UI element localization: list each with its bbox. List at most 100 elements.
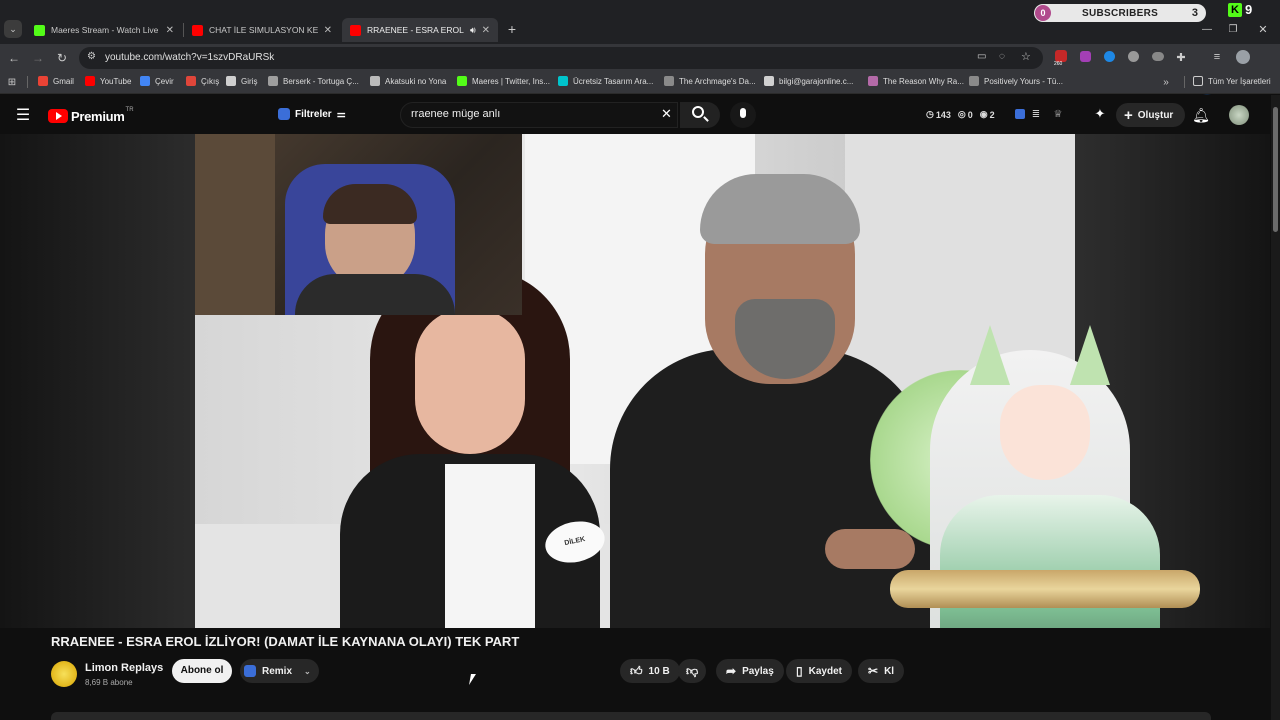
webcam-overlay: [195, 134, 522, 315]
url-text[interactable]: youtube.com/watch?v=1szvDRaURSk: [105, 52, 274, 63]
stat-eye: 2: [989, 109, 995, 120]
tab-search-button[interactable]: ⌄: [4, 20, 22, 38]
webcam-person-body: [295, 274, 455, 315]
bookmark-item[interactable]: Çevir: [140, 76, 174, 86]
scrollbar-thumb[interactable]: [1273, 107, 1278, 232]
window-minimize-icon[interactable]: —: [1200, 22, 1214, 36]
search-icon: [692, 106, 704, 118]
tab-title: Maeres Stream - Watch Live on: [51, 25, 160, 35]
voice-search-button[interactable]: [730, 102, 756, 128]
window-close-icon[interactable]: ✕: [1256, 22, 1270, 36]
bookmark-item[interactable]: Ücretsiz Tasarım Ara...: [558, 76, 653, 86]
tab-close-icon[interactable]: ✕: [166, 25, 174, 36]
youtube-logo[interactable]: Premium TR: [48, 107, 134, 124]
all-bookmarks-folder[interactable]: Tüm Yer İşaretleri: [1193, 76, 1271, 86]
window-restore-icon[interactable]: ❐: [1226, 22, 1240, 36]
like-count: 10 B: [648, 665, 670, 677]
tab-close-icon[interactable]: ✕: [324, 25, 332, 36]
subscriber-count: 8,69 B abone: [85, 678, 133, 687]
speaker-icon[interactable]: 🔊︎: [470, 25, 476, 36]
bookmark-item[interactable]: Gmail: [38, 76, 74, 86]
bookmark-star-icon[interactable]: ☆: [1021, 50, 1031, 63]
bookmark-item[interactable]: Berserk - Tortuga Ç...: [268, 76, 359, 86]
remix-button[interactable]: Remix ⌄: [240, 659, 319, 683]
bookmark-item[interactable]: The Archmage's Da...: [664, 76, 756, 86]
tab-maeres-stream[interactable]: Maeres Stream - Watch Live on ✕: [26, 18, 182, 42]
page-scrollbar[interactable]: [1271, 95, 1280, 720]
description-edge: [51, 712, 1211, 720]
list-extension-icon[interactable]: ≣: [1030, 107, 1042, 121]
tab-close-icon[interactable]: ✕: [482, 25, 490, 36]
bookmark-item[interactable]: The Reason Why Ra...: [868, 76, 964, 86]
notifications-bell-icon[interactable]: 🔔︎: [1192, 106, 1210, 124]
bookmark-label: Maeres | Twitter, Ins...: [472, 76, 550, 86]
profile-avatar[interactable]: [1236, 50, 1250, 64]
clip-label: Kl: [884, 665, 895, 677]
like-button[interactable]: 👍︎ 10 B: [620, 659, 680, 683]
youtube-page: ☰ Premium TR Filtreler ⚌ ✕ ◷ 143 ◎: [0, 95, 1280, 720]
bookmark-favicon-icon: [764, 76, 774, 86]
hamburger-menu-icon[interactable]: ☰: [14, 107, 32, 124]
bookmark-favicon-icon: [268, 76, 278, 86]
stat-time: 143: [935, 109, 951, 120]
remix-extension-icon: [244, 665, 256, 677]
clear-search-icon[interactable]: ✕: [661, 106, 672, 122]
reload-icon[interactable]: ↻: [54, 50, 70, 66]
eye-icon: ◉: [979, 109, 988, 119]
subs-left-count: 0: [1035, 5, 1051, 21]
more-bookmarks-chevron-icon[interactable]: »: [1160, 75, 1172, 89]
trophy-icon[interactable]: ♕: [1052, 107, 1064, 121]
clip-button[interactable]: ✂ Kl: [858, 659, 905, 683]
subscribe-button[interactable]: Abone ol: [172, 659, 232, 683]
extension-purple-icon[interactable]: [1080, 51, 1091, 62]
account-avatar[interactable]: [1229, 105, 1249, 125]
forward-arrow-icon[interactable]: →: [30, 50, 46, 66]
bookmark-item[interactable]: Akatsuki no Yona: [370, 76, 446, 86]
bookmark-item[interactable]: Giriş: [226, 76, 257, 86]
tab-rraenee-active[interactable]: RRAENEE - ESRA EROL İZLİ 🔊︎ ✕: [342, 18, 498, 42]
bookmark-item[interactable]: Positively Yours - Tü...: [969, 76, 1063, 86]
eye-off-icon[interactable]: ◌: [999, 51, 1005, 62]
dislike-button[interactable]: 👎︎: [678, 659, 707, 683]
extension-blue-icon[interactable]: [1104, 51, 1115, 62]
scissors-icon: ✂: [868, 664, 879, 678]
extension-bulb-icon[interactable]: [1128, 51, 1139, 62]
bookmark-item[interactable]: Çıkış: [186, 76, 219, 86]
kick-viewer-overlay: K 9: [1226, 1, 1264, 19]
channel-avatar[interactable]: [51, 661, 77, 687]
apps-grid-icon[interactable]: ⊞: [6, 76, 18, 88]
tab-chat-simulasyon[interactable]: CHAT İLE SIMULASYON KEYFİ | ✕: [184, 18, 340, 42]
bookmark-favicon-icon: [38, 76, 48, 86]
create-button[interactable]: + Oluştur: [1116, 103, 1186, 127]
bookmark-favicon-icon: [558, 76, 568, 86]
bookmark-label: Çıkış: [201, 76, 220, 86]
bookmark-label: The Reason Why Ra...: [883, 76, 964, 86]
webcam-person-hair: [323, 184, 417, 224]
extensions-puzzle-icon[interactable]: ✚: [1174, 50, 1188, 64]
plus-icon: +: [1124, 106, 1133, 124]
channel-name[interactable]: Limon Replays: [85, 662, 163, 674]
install-app-icon[interactable]: ▭: [977, 51, 986, 62]
country-code: TR: [125, 107, 134, 113]
back-arrow-icon[interactable]: ←: [6, 50, 22, 66]
site-info-icon[interactable]: ⚙: [87, 51, 96, 62]
extension-cloud-icon[interactable]: [1152, 52, 1164, 61]
save-button[interactable]: ▯ Kaydet: [786, 659, 852, 683]
blue-extension-icon[interactable]: [1015, 109, 1025, 119]
bookmark-favicon-icon: [868, 76, 878, 86]
bookmark-favicon-icon: [370, 76, 380, 86]
bookmark-item[interactable]: YouTube: [85, 76, 131, 86]
search-input[interactable]: [411, 108, 651, 120]
gift-icon[interactable]: ✦: [1092, 106, 1108, 122]
reading-list-icon[interactable]: ≡: [1210, 50, 1224, 64]
tab-title: CHAT İLE SIMULASYON KEYFİ |: [209, 25, 318, 35]
bookmark-item[interactable]: Maeres | Twitter, Ins...: [457, 76, 550, 86]
omnibox[interactable]: ⚙ youtube.com/watch?v=1szvDRaURSk ▭ ◌ ☆: [79, 47, 1043, 69]
subs-label: SUBSCRIBERS: [1082, 8, 1159, 19]
share-button[interactable]: ➦ Paylaş: [716, 659, 784, 683]
search-button[interactable]: [680, 102, 720, 128]
new-tab-plus-icon[interactable]: +: [504, 21, 520, 37]
bookmark-item[interactable]: bilgi@garajonline.c...: [764, 76, 853, 86]
filters-button[interactable]: Filtreler ⚌: [278, 108, 346, 120]
search-box[interactable]: ✕: [400, 102, 678, 128]
